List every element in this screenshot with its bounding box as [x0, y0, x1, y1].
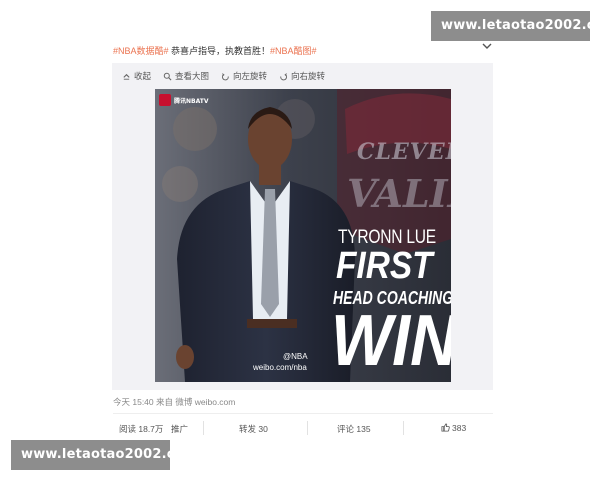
collapse-label: 收起: [134, 71, 152, 81]
rotate-left-icon: [222, 72, 229, 80]
thumbs-up-icon: [441, 423, 450, 432]
channel-logo: 腾讯NBATV: [159, 94, 209, 106]
action-separator: [307, 421, 308, 435]
post-time[interactable]: 今天 15:40: [113, 397, 154, 407]
like-button[interactable]: 383: [441, 423, 466, 433]
image-credit: @NBA weibo.com/nba: [253, 351, 308, 373]
rotate-right-button[interactable]: 向右旋转: [279, 70, 325, 82]
tencent-logo-icon: [159, 94, 171, 106]
collapse-icon: [123, 73, 130, 80]
action-bar: 阅读 18.7万 推广 转发 30 评论 135 383: [113, 418, 493, 438]
comment-button[interactable]: 评论 135: [337, 423, 371, 435]
credit-handle: @NBA: [283, 352, 308, 361]
search-icon: [163, 72, 172, 80]
view-large-label: 查看大图: [175, 71, 210, 81]
headline-first: FIRST: [336, 245, 433, 287]
rotate-right-label: 向右旋转: [291, 71, 326, 81]
like-count: 383: [452, 423, 467, 433]
chevron-down-icon[interactable]: [481, 40, 493, 52]
team-text-2: VALIE: [347, 171, 451, 216]
action-separator: [403, 421, 404, 435]
repost-button[interactable]: 转发 30: [239, 423, 268, 435]
promote-button[interactable]: 推广: [171, 423, 188, 435]
credit-url: weibo.com/nba: [253, 363, 307, 372]
rotate-right-icon: [280, 72, 288, 80]
view-large-button[interactable]: 查看大图: [163, 70, 209, 82]
post-body: 恭喜卢指导，执教首胜！: [168, 46, 271, 56]
watermark-bottom: www.letaotao2002.com: [11, 440, 197, 470]
post-image[interactable]: 腾讯NBATV CLEVEL VALIE TYRONN LUE FIRST HE…: [155, 89, 451, 382]
collapse-button[interactable]: 收起: [122, 70, 151, 82]
post-meta: 今天 15:40 来自 微博 weibo.com: [113, 396, 235, 408]
action-separator: [203, 421, 204, 435]
team-text: CLEVEL: [357, 139, 451, 165]
watermark-top: www.letaotao2002.com: [431, 11, 600, 41]
divider: [113, 413, 493, 414]
read-count: 阅读 18.7万: [119, 424, 164, 434]
headline-win: WIN: [331, 301, 451, 381]
post-source[interactable]: 微博 weibo.com: [175, 397, 235, 407]
media-toolbar: 收起 查看大图 向左旋转 向右旋转: [122, 70, 325, 82]
post-text: #NBA数据酷# 恭喜卢指导，执教首胜！#NBA酷图#: [113, 44, 317, 57]
hashtag-nba-pic[interactable]: #NBA酷图#: [270, 46, 317, 56]
from-label: 来自: [153, 397, 176, 407]
rotate-left-label: 向左旋转: [233, 71, 268, 81]
hashtag-nba-data[interactable]: #NBA数据酷#: [113, 46, 169, 56]
media-preview: 收起 查看大图 向左旋转 向右旋转 腾讯NBATV CLEVE VALI TYR…: [112, 63, 493, 390]
rotate-left-button[interactable]: 向左旋转: [221, 70, 267, 82]
